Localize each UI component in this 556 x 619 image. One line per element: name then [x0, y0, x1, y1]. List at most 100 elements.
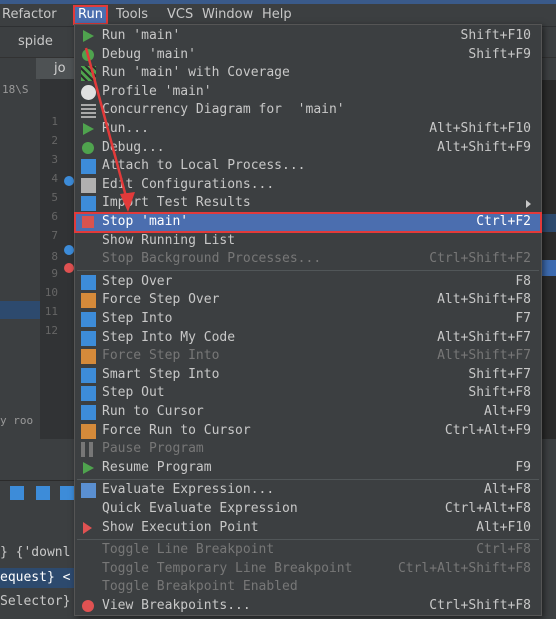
menu-item-shortcut: Alt+Shift+F8 [437, 292, 531, 308]
menu-tools[interactable]: Tools [116, 6, 148, 24]
menu-item-label: Debug... [102, 139, 165, 155]
menu-item-label: Toggle Breakpoint Enabled [102, 579, 298, 595]
execution-point-icon [83, 521, 92, 534]
menu-item-label: Attach to Local Process... [102, 158, 306, 174]
line-number: 3 [51, 153, 58, 166]
right-selection-marker [540, 214, 556, 232]
menu-item-run[interactable]: Run... Alt+Shift+F10 [75, 120, 541, 139]
menu-item-shortcut: Shift+F8 [468, 385, 531, 401]
menu-run[interactable]: Run [73, 5, 108, 25]
scroll-marker[interactable] [542, 260, 556, 276]
smart-step-into-icon [81, 367, 96, 383]
menu-item-shortcut: Ctrl+Alt+Shift+F8 [397, 560, 531, 576]
run-menu-dropdown: Run 'main' Shift+F10 Debug 'main' Shift+F9 R… [74, 24, 542, 616]
menu-item-quick-evaluate-expression[interactable]: Quick Evaluate Expression Ctrl+Alt+F8 [75, 500, 541, 519]
menu-refactor[interactable]: Refactor [2, 6, 57, 24]
breakpoints-icon [82, 600, 94, 612]
menu-item-debug-main[interactable]: Debug 'main' Shift+F9 [75, 46, 541, 65]
menu-item-resume-program[interactable]: Resume Program F9 [75, 459, 541, 478]
menu-item-concurrency-diagram-for-main[interactable]: Concurrency Diagram for 'main' [75, 101, 541, 120]
menu-item-edit-configurations[interactable]: Edit Configurations... [75, 176, 541, 195]
step-out-icon[interactable] [60, 486, 74, 500]
concurrency-icon [81, 103, 96, 119]
menu-item-label: Stop Background Processes... [102, 251, 322, 267]
menu-item-label: Force Step Into [102, 348, 220, 364]
menu-item-stop-main[interactable]: Stop 'main' Ctrl+F2 [74, 212, 542, 233]
menu-item-force-step-over[interactable]: Force Step Over Alt+Shift+F8 [75, 291, 541, 310]
menu-item-shortcut: Ctrl+Alt+F8 [444, 501, 531, 516]
line-number: 4 [51, 172, 58, 185]
pause-icon [81, 442, 93, 458]
force-step-over-icon [81, 293, 96, 309]
right-edge-strip [540, 0, 556, 619]
force-step-into-icon [81, 349, 96, 365]
run-icon [83, 123, 94, 135]
override-gutter-icon[interactable] [64, 176, 74, 186]
project-path-text: 18\S [2, 83, 29, 96]
line-number: 12 [44, 324, 58, 337]
menu-vcs[interactable]: VCS [167, 6, 193, 24]
line-number: 8 [51, 250, 58, 263]
menu-help[interactable]: Help [262, 6, 292, 24]
step-into-icon[interactable] [36, 486, 50, 500]
line-number: 5 [51, 191, 58, 204]
menu-window[interactable]: Window [202, 6, 253, 24]
step-over-icon[interactable] [10, 486, 24, 500]
menu-item-attach-to-local-process[interactable]: Attach to Local Process... [75, 157, 541, 176]
menu-item-label: Concurrency Diagram for 'main' [102, 102, 345, 118]
menu-item-show-running-list[interactable]: Show Running List [75, 232, 541, 251]
variables-line: } {'downl [0, 545, 71, 560]
menu-item-force-run-to-cursor[interactable]: Force Run to Cursor Ctrl+Alt+F9 [75, 422, 541, 441]
menu-item-profile-main[interactable]: Profile 'main' [75, 83, 541, 102]
menu-item-label: Quick Evaluate Expression [102, 501, 298, 516]
menu-item-debug[interactable]: Debug... Alt+Shift+F9 [75, 139, 541, 158]
project-selected-row[interactable] [0, 301, 40, 319]
menu-item-step-over[interactable]: Step Over F8 [75, 273, 541, 292]
menu-separator [77, 478, 539, 480]
variables-line: equest} < [0, 570, 71, 585]
resume-icon [83, 461, 94, 474]
menu-item-label: Smart Step Into [102, 366, 220, 382]
step-out-icon [81, 386, 96, 402]
menu-item-shortcut: F8 [515, 273, 531, 289]
editor-tab-label: jo [54, 61, 66, 76]
menu-item-run-to-cursor[interactable]: Run to Cursor Alt+F9 [75, 403, 541, 422]
menu-item-label: Pause Program [102, 441, 204, 457]
menu-item-shortcut: Alt+F10 [476, 519, 531, 535]
menu-item-step-into-my-code[interactable]: Step Into My Code Alt+Shift+F7 [75, 329, 541, 348]
project-root-text: y roo [0, 414, 34, 427]
menu-item-evaluate-expression[interactable]: Evaluate Expression... Alt+F8 [75, 481, 541, 500]
line-number: 9 [51, 267, 58, 280]
menu-item-shortcut: Ctrl+Shift+F8 [429, 598, 531, 613]
menu-item-label: Debug 'main' [102, 46, 196, 62]
menu-item-shortcut: Alt+F9 [484, 404, 531, 419]
menu-item-label: Run 'main' with Coverage [102, 65, 290, 81]
breadcrumb[interactable]: spide [18, 34, 53, 49]
menu-item-shortcut: Alt+F8 [484, 482, 531, 498]
menu-item-show-execution-point[interactable]: Show Execution Point Alt+F10 [75, 519, 541, 538]
menu-item-import-test-results[interactable]: Import Test Results [75, 194, 541, 213]
menu-item-shortcut: Alt+Shift+F7 [437, 329, 531, 345]
menu-item-view-breakpoints[interactable]: View Breakpoints... Ctrl+Shift+F8 [75, 597, 541, 616]
breakpoint-icon[interactable] [64, 263, 74, 273]
debug-toolbar [0, 480, 80, 507]
menu-item-shortcut: F9 [515, 459, 531, 475]
evaluate-icon [81, 483, 96, 499]
menu-item-toggle-temporary-line-breakpoint: Toggle Temporary Line Breakpoint Ctrl+Alt… [75, 560, 541, 579]
menu-item-label: Run... [102, 121, 149, 136]
line-number: 10 [44, 286, 58, 299]
menu-item-step-into[interactable]: Step Into F7 [75, 310, 541, 329]
menu-item-smart-step-into[interactable]: Smart Step Into Shift+F7 [75, 366, 541, 385]
menu-item-shortcut: Ctrl+Shift+F2 [429, 251, 531, 267]
menu-item-run-main[interactable]: Run 'main' Shift+F10 [75, 27, 541, 46]
attach-icon [81, 159, 96, 175]
force-run-to-cursor-icon [81, 423, 96, 439]
menu-item-run-main-with-coverage[interactable]: Run 'main' with Coverage [75, 64, 541, 83]
menu-separator [77, 270, 539, 272]
menu-item-shortcut: Shift+F9 [468, 46, 531, 62]
menu-item-stop-background-processes: Stop Background Processes... Ctrl+Shift+F… [75, 250, 541, 269]
override-gutter-icon[interactable] [64, 245, 74, 255]
line-number: 1 [51, 115, 58, 128]
menu-item-step-out[interactable]: Step Out Shift+F8 [75, 384, 541, 403]
menu-item-shortcut: Alt+Shift+F9 [437, 139, 531, 155]
